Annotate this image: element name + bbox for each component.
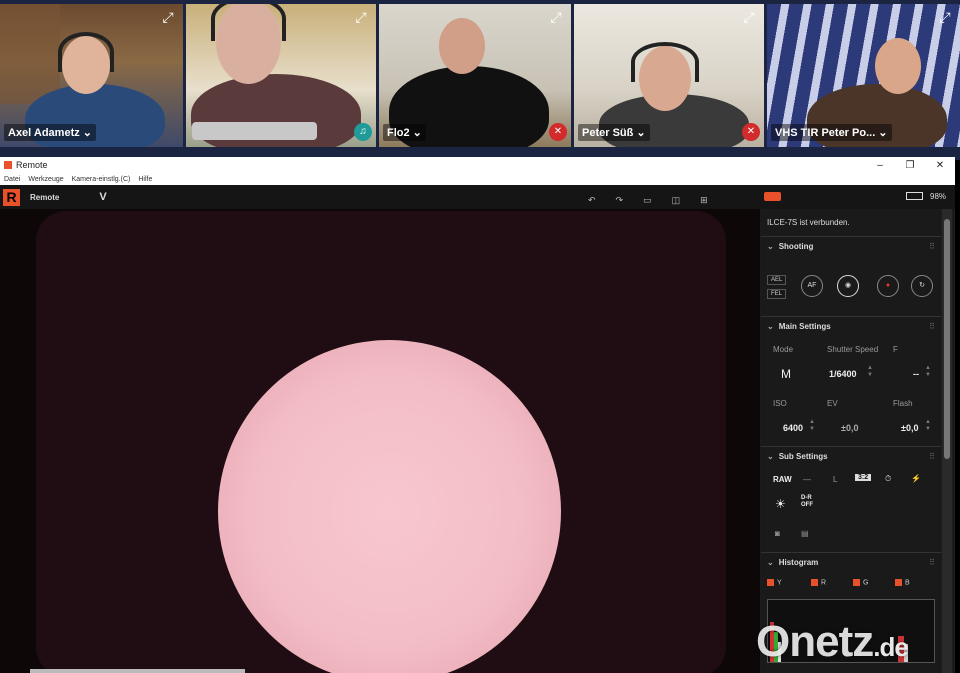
mic-muted-icon: ✕	[742, 123, 760, 141]
self-timer-icon[interactable]: ⏱	[885, 474, 891, 484]
shutter-stepper[interactable]: ▲ ▼	[867, 365, 873, 379]
raw-setting[interactable]: RAW	[773, 475, 792, 484]
menu-bar: Datei Werkzeuge Kamera-einstlg.(C) Hilfe	[0, 173, 955, 185]
video-strip: ⤢ Axel Adametz ⌄ ⤢ ♫ ⤢ Flo2 ⌄ ✕ ⤢ Peter …	[0, 0, 960, 160]
video-tile-2[interactable]: ⤢ ♫	[186, 4, 376, 147]
record-icon[interactable]: ●	[877, 275, 899, 297]
main-settings-section: ⌄ Main Settings ⠿ Mode Shutter Speed F M …	[761, 317, 941, 447]
ev-value[interactable]: ±0,0	[841, 423, 858, 433]
histogram-r-checkbox[interactable]: R	[811, 579, 826, 586]
fel-button[interactable]: FEL	[767, 289, 787, 299]
f-stepper[interactable]: ▲ ▼	[925, 365, 931, 379]
scrollbar-thumb[interactable]	[944, 219, 950, 459]
remote-window: Remote – ❐ ✕ Datei Werkzeuge Kamera-eins…	[0, 157, 955, 673]
drag-handle-icon[interactable]: ⠿	[929, 452, 935, 461]
flash-label: Flash	[893, 399, 913, 408]
metering-icon[interactable]: ◙	[775, 529, 780, 538]
app-name: Remote	[30, 192, 60, 202]
video-tile-1[interactable]: ⤢ Axel Adametz ⌄	[0, 4, 183, 147]
participant-name: VHS TIR Peter Po... ⌄	[771, 124, 892, 141]
histogram-g-checkbox[interactable]: G	[853, 579, 868, 586]
drag-handle-icon[interactable]: ⠿	[929, 558, 935, 567]
video-tile-3[interactable]: ⤢ Flo2 ⌄ ✕	[379, 4, 571, 147]
expand-icon[interactable]: ⤢	[157, 8, 179, 26]
flash-off-icon[interactable]: ⚡	[911, 474, 921, 483]
iso-label: ISO	[773, 399, 787, 408]
rotate-right-icon[interactable]: ↷	[616, 195, 624, 206]
menu-item-werkzeuge[interactable]: Werkzeuge	[28, 176, 63, 183]
iso-value[interactable]: 6400	[783, 423, 803, 433]
ev-label: EV	[827, 399, 838, 408]
recording-icon	[764, 192, 781, 201]
f-value[interactable]: --	[913, 369, 919, 379]
toolbar: R Remote V	[0, 185, 955, 209]
flash-value[interactable]: ±0,0	[901, 423, 918, 433]
expand-icon[interactable]: ⤢	[738, 8, 760, 26]
shutter-label: Shutter Speed	[827, 345, 879, 354]
connection-status: ILCE-7S ist verbunden.	[761, 209, 941, 237]
ael-button[interactable]: AEL	[767, 275, 787, 285]
histogram-b-checkbox[interactable]: B	[895, 579, 910, 586]
shooting-section: ⌄ Shooting ⠿ AEL FEL AF ◉ ● ↻	[761, 237, 941, 317]
iso-stepper[interactable]: ▲ ▼	[809, 419, 815, 433]
mode-v-icon[interactable]: V	[99, 191, 106, 203]
rotate-left-icon[interactable]: ↶	[588, 195, 596, 206]
panel-scrollbar[interactable]	[942, 209, 952, 673]
grid-icon[interactable]: ⊞	[700, 195, 708, 206]
sun-image	[218, 340, 561, 673]
remote-logo-icon: R	[3, 188, 20, 206]
white-balance-icon[interactable]: ☀	[775, 497, 786, 511]
expand-icon[interactable]: ⤢	[350, 8, 372, 26]
menu-item-hilfe[interactable]: Hilfe	[138, 176, 152, 183]
expand-icon[interactable]: ⤢	[934, 8, 956, 26]
settings-panel: ILCE-7S ist verbunden. ⌄ Shooting ⠿ AEL F…	[761, 209, 941, 673]
live-view[interactable]	[0, 209, 760, 673]
sub-settings-section: ⌄ Sub Settings ⠿ RAW — L 3:2 ⏱ ⚡ ☀ D-R OF…	[761, 447, 941, 553]
battery-icon	[906, 192, 923, 200]
mode-label: Mode	[773, 345, 794, 354]
video-tile-4[interactable]: ⤢ Peter Süß ⌄ ✕	[574, 4, 764, 147]
histogram-header[interactable]: ⌄ Histogram	[761, 553, 941, 573]
participant-name: Peter Süß ⌄	[578, 124, 650, 141]
minimize-icon[interactable]: –	[865, 160, 895, 171]
dro-setting[interactable]: D-R OFF	[801, 495, 817, 509]
title-bar: Remote – ❐ ✕	[0, 157, 955, 173]
aspect-ratio-setting[interactable]: 3:2	[855, 474, 872, 481]
mic-muted-icon: ✕	[549, 123, 567, 141]
progress-bar	[30, 669, 245, 673]
battery-level: 98%	[930, 192, 947, 201]
video-tile-5[interactable]: ⤢ VHS TIR Peter Po... ⌄	[767, 4, 960, 147]
sub-settings-header[interactable]: ⌄ Sub Settings	[761, 447, 941, 467]
drag-handle-icon[interactable]: ⠿	[929, 322, 935, 331]
flash-stepper[interactable]: ▲ ▼	[925, 419, 931, 433]
maximize-icon[interactable]: ❐	[895, 160, 925, 171]
display-icon[interactable]: ▭	[643, 195, 652, 206]
shutter-value[interactable]: 1/6400	[829, 369, 857, 379]
focus-area-icon[interactable]: ▤	[801, 529, 809, 538]
menu-item-kamera[interactable]: Kamera-einstlg.(C)	[72, 176, 131, 183]
layout-icon[interactable]: ◫	[672, 195, 681, 206]
headset-icon: ♫	[354, 123, 372, 141]
menu-item-datei[interactable]: Datei	[4, 176, 20, 183]
participant-name: Axel Adametz ⌄	[4, 124, 96, 141]
dash-icon: —	[803, 475, 811, 484]
screen: ⤢ Axel Adametz ⌄ ⤢ ♫ ⤢ Flo2 ⌄ ✕ ⤢ Peter …	[0, 0, 960, 673]
main-settings-header[interactable]: ⌄ Main Settings	[761, 317, 941, 337]
histogram-y-checkbox[interactable]: Y	[767, 579, 782, 586]
drag-handle-icon[interactable]: ⠿	[929, 242, 935, 251]
f-label: F	[893, 345, 898, 354]
expand-icon[interactable]: ⤢	[545, 8, 567, 26]
toolbar-icons: ↶ ↷ ▭ ◫ ⊞	[588, 195, 708, 206]
shutter-camera-icon[interactable]: ◉	[837, 275, 859, 297]
app-icon	[4, 161, 12, 169]
onetz-watermark: Onetz.de	[756, 617, 909, 666]
window-title: Remote	[16, 160, 48, 170]
participant-name: Flo2 ⌄	[383, 124, 426, 141]
af-button[interactable]: AF	[801, 275, 823, 297]
interval-icon[interactable]: ↻	[911, 275, 933, 297]
shooting-header[interactable]: ⌄ Shooting	[761, 237, 941, 257]
size-setting[interactable]: L	[833, 475, 837, 484]
mode-value[interactable]: M	[781, 367, 791, 381]
close-icon[interactable]: ✕	[925, 160, 955, 171]
